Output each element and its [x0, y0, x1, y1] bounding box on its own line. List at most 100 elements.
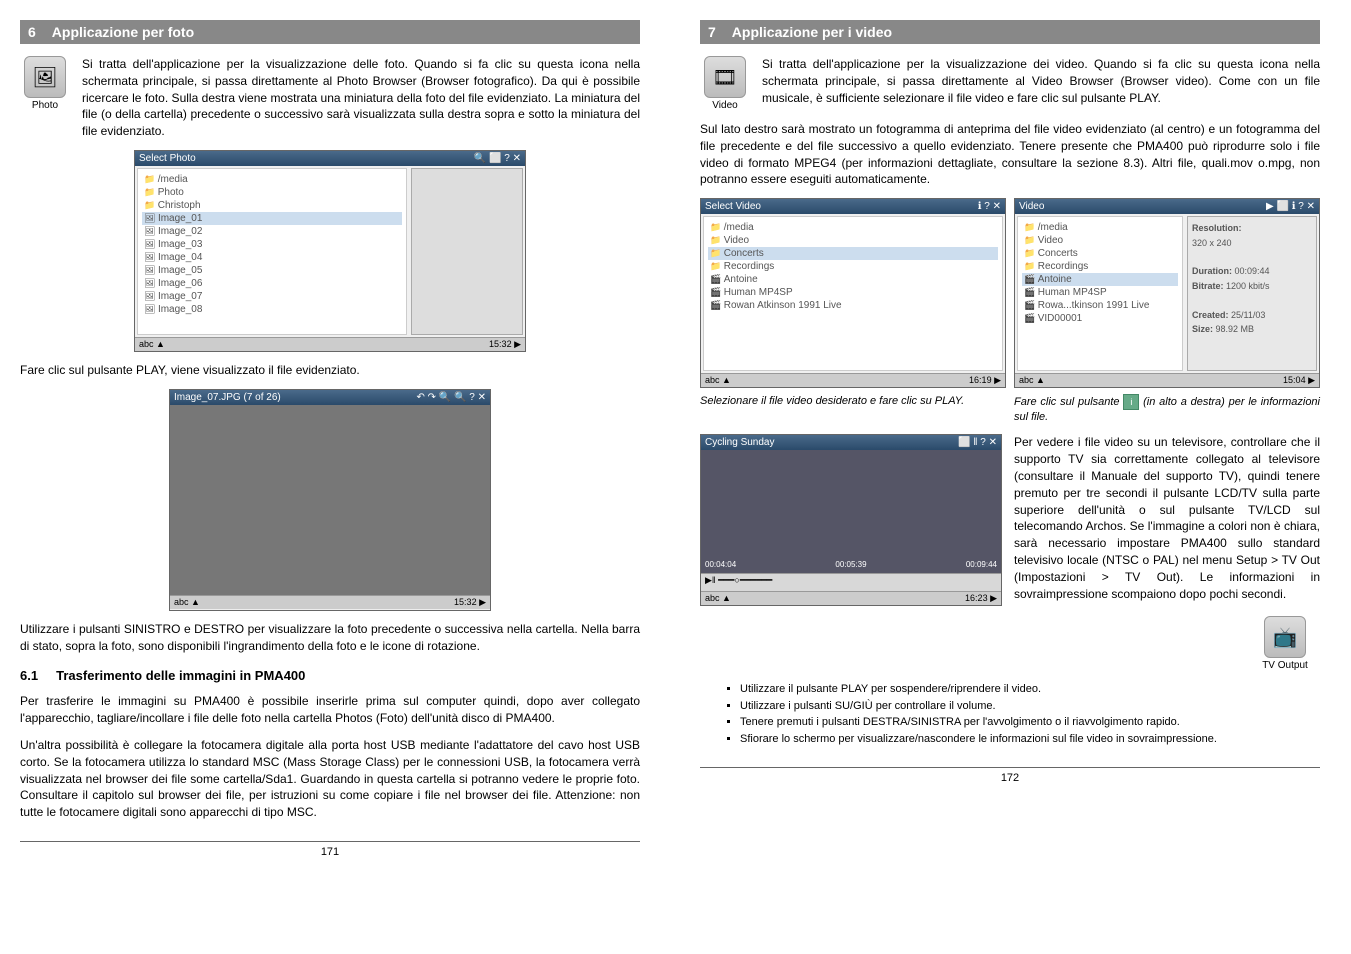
bullet-item: Tenere premuti i pulsanti DESTRA/SINISTR… [740, 714, 1320, 731]
section-header-7: 7 Applicazione per i video [700, 20, 1320, 44]
status-icons: abc ▲ [705, 375, 731, 386]
list-item: Antoine [1022, 273, 1178, 286]
info-cre-label: Created: [1192, 310, 1229, 320]
tv-output-text: Per vedere i file video su un televisore… [1014, 434, 1320, 602]
page-171: 6 Applicazione per foto 🖼 Photo Si tratt… [20, 20, 640, 858]
window-title: Video [1019, 201, 1044, 212]
subsection-number: 6.1 [20, 668, 38, 683]
tv-icon: 📺 [1264, 616, 1306, 658]
page-number: 171 [321, 846, 339, 858]
info-dur: 00:09:44 [1235, 266, 1270, 276]
video-timeline: 00:04:04 00:05:39 00:09:44 [705, 560, 997, 569]
window-controls: ↶ ↷ 🔍 🔍 ? ✕ [417, 392, 487, 403]
statusbar: abc ▲ 16:19 ▶ [701, 373, 1005, 387]
window-body: /mediaPhotoChristophImage_01Image_02Imag… [135, 166, 525, 337]
list-item: Rowan Atkinson 1991 Live [708, 299, 998, 312]
list-item: Video [1022, 234, 1178, 247]
video-info-panel: Resolution:320 x 240 Duration: 00:09:44 … [1187, 216, 1317, 371]
dual-screenshots: Select Video ℹ ? ✕ /mediaVideoConcertsRe… [700, 198, 1320, 424]
photo-app-icon: 🖼 Photo [20, 56, 70, 140]
page-172: 7 Applicazione per i video 🎞 Video Si tr… [700, 20, 1320, 858]
tv-output-icon-block: 📺 TV Output [700, 616, 1320, 671]
status-time: 15:04 [1283, 375, 1306, 385]
window-titlebar: Select Photo 🔍 ⬜ ? ✕ [135, 151, 525, 166]
info-size-label: Size: [1192, 324, 1213, 334]
intro-block: 🎞 Video Si tratta dell'applicazione per … [700, 56, 1320, 111]
list-item: Image_03 [142, 238, 402, 251]
caption-left: Selezionare il file video desiderato e f… [700, 394, 1006, 408]
info-icon: i [1123, 394, 1139, 410]
image-viewer-screenshot: Image_07.JPG (7 of 26) ↶ ↷ 🔍 🔍 ? ✕ abc ▲… [169, 389, 491, 611]
window-title: Select Photo [139, 153, 196, 164]
list-item: Antoine [708, 273, 998, 286]
video-play-area: 00:04:04 00:05:39 00:09:44 [701, 450, 1001, 572]
window-controls: 🔍 ⬜ ? ✕ [474, 153, 521, 164]
window-controls: ⬜ ‖ ? ✕ [958, 437, 997, 448]
video-file-list: /mediaVideoConcertsRecordingsAntoineHuma… [1017, 216, 1183, 371]
window-body: /mediaVideoConcertsRecordingsAntoineHuma… [1015, 214, 1319, 373]
bullet-item: Utilizzare i pulsanti SU/GIÙ per control… [740, 698, 1320, 715]
list-item: /media [1022, 221, 1178, 234]
window-controls: ▶ ⬜ ℹ ? ✕ [1266, 201, 1315, 212]
list-item: VID00001 [1022, 312, 1178, 325]
window-title: Image_07.JPG (7 of 26) [174, 392, 281, 403]
photo-preview [411, 168, 523, 335]
status-icons: abc ▲ [139, 339, 165, 350]
time-total: 00:09:44 [966, 560, 997, 569]
statusbar: abc ▲ 15:32 ▶ [135, 337, 525, 351]
subsection-header: 6.1 Trasferimento delle immagini in PMA4… [20, 668, 640, 683]
video-file-list: /mediaVideoConcertsRecordingsAntoineHuma… [703, 216, 1003, 371]
subsection-title: Trasferimento delle immagini in PMA400 [56, 668, 305, 683]
select-video-screenshot: Select Video ℹ ? ✕ /mediaVideoConcertsRe… [700, 198, 1006, 388]
window-controls: ℹ ? ✕ [978, 201, 1001, 212]
time-current: 00:05:39 [835, 560, 866, 569]
info-dur-label: Duration: [1192, 266, 1232, 276]
status-time: 16:19 [969, 375, 992, 385]
list-item: Concerts [708, 247, 998, 260]
section-number: 6 [28, 24, 36, 40]
status-icons: abc ▲ [174, 597, 200, 608]
time-elapsed: 00:04:04 [705, 560, 736, 569]
info-size: 98.92 MB [1216, 324, 1255, 334]
video-icon: 🎞 [704, 56, 746, 98]
list-item: Image_08 [142, 303, 402, 316]
list-item: Concerts [1022, 247, 1178, 260]
page-footer: 171 [20, 841, 640, 858]
list-item: Image_05 [142, 264, 402, 277]
list-item: Image_02 [142, 225, 402, 238]
icon-label: Video [700, 100, 750, 111]
list-item: Photo [142, 186, 402, 199]
paragraph: Un'altra possibilità è collegare la foto… [20, 737, 640, 821]
video-controls: ▶‖ ━━━○━━━━━━ [701, 573, 1001, 592]
status-time: 15:32 [454, 597, 477, 607]
window-body: /mediaVideoConcertsRecordingsAntoineHuma… [701, 214, 1005, 373]
section-header-6: 6 Applicazione per foto [20, 20, 640, 44]
page-footer: 172 [700, 767, 1320, 784]
list-item: Image_04 [142, 251, 402, 264]
photo-file-list: /mediaPhotoChristophImage_01Image_02Imag… [137, 168, 407, 335]
video-playback-block: Cycling Sunday ⬜ ‖ ? ✕ 00:04:04 00:05:39… [700, 434, 1320, 606]
list-item: Image_06 [142, 277, 402, 290]
list-item: Rowa...tkinson 1991 Live [1022, 299, 1178, 312]
status-time: 16:23 [965, 593, 988, 603]
caption-right: Fare clic sul pulsante i (in alto a dest… [1014, 394, 1320, 424]
window-titlebar: Video ▶ ⬜ ℹ ? ✕ [1015, 199, 1319, 214]
video-player-screenshot: Cycling Sunday ⬜ ‖ ? ✕ 00:04:04 00:05:39… [700, 434, 1002, 606]
list-item: Image_07 [142, 290, 402, 303]
intro-block: 🖼 Photo Si tratta dell'applicazione per … [20, 56, 640, 140]
info-bit: 1200 kbit/s [1226, 281, 1270, 291]
list-item: /media [142, 173, 402, 186]
info-res: 320 x 240 [1192, 238, 1232, 248]
paragraph: Sul lato destro sarà mostrato un fotogra… [700, 121, 1320, 188]
tv-output-icon: 📺 TV Output [1250, 616, 1320, 671]
list-item: /media [708, 221, 998, 234]
section-number: 7 [708, 24, 716, 40]
icon-label: TV Output [1250, 660, 1320, 671]
list-item: Image_01 [142, 212, 402, 225]
info-bit-label: Bitrate: [1192, 281, 1224, 291]
statusbar: abc ▲ 15:04 ▶ [1015, 373, 1319, 387]
status-time: 15:32 [489, 339, 512, 349]
select-photo-screenshot: Select Photo 🔍 ⬜ ? ✕ /mediaPhotoChristop… [134, 150, 526, 352]
bullet-item: Utilizzare il pulsante PLAY per sospende… [740, 681, 1320, 698]
list-item: Recordings [1022, 260, 1178, 273]
